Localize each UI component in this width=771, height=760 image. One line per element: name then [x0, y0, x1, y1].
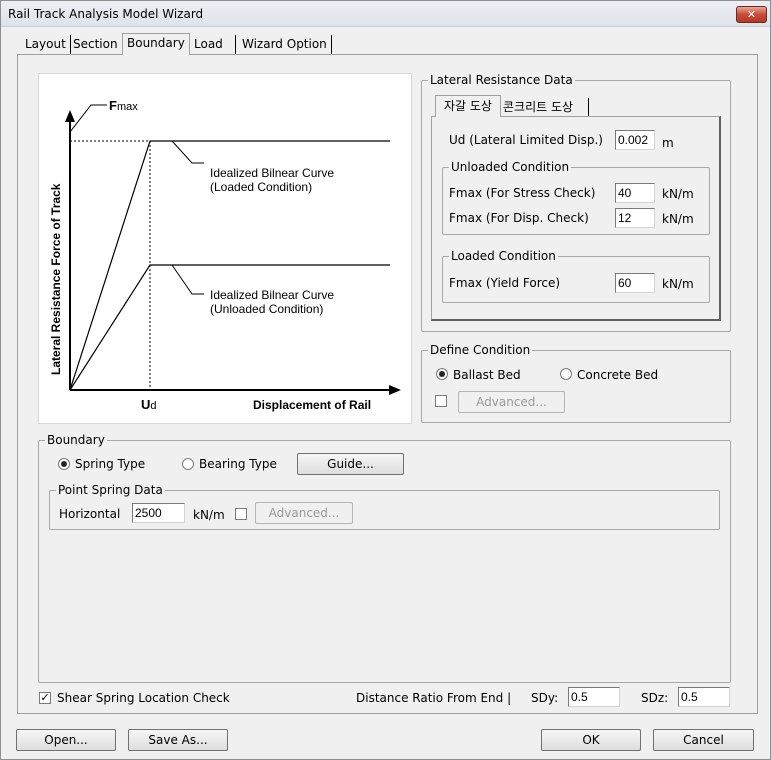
unloaded-curve-label-2: (Unloaded Condition): [210, 302, 323, 316]
define-condition-legend: Define Condition: [428, 343, 533, 357]
x-axis-label: Displacement of Rail: [253, 398, 371, 412]
cancel-button[interactable]: Cancel: [653, 729, 754, 751]
ud-unit: m: [662, 136, 674, 150]
point-spring-advanced-checkbox[interactable]: [235, 508, 247, 520]
tab-load-label: Load: [194, 37, 223, 51]
title-bar: Rail Track Analysis Model Wizard ✕: [1, 1, 770, 27]
loaded-condition-legend: Loaded Condition: [449, 249, 558, 263]
spring-type-label: Spring Type: [75, 457, 146, 471]
fmax-stress-label: Fmax (For Stress Check): [449, 186, 596, 200]
fmax-stress-input[interactable]: 40: [615, 183, 655, 203]
ud-field-label: Ud (Lateral Limited Disp.): [449, 133, 603, 147]
distance-ratio-label: Distance Ratio From End |: [356, 691, 512, 705]
concrete-bed-label: Concrete Bed: [577, 368, 659, 382]
fmax-yield-unit: kN/m: [662, 277, 694, 291]
ok-button[interactable]: OK: [541, 729, 641, 751]
unloaded-leader: [171, 264, 204, 295]
concrete-bed-radio[interactable]: [560, 368, 572, 380]
define-advanced-button[interactable]: Advanced...: [458, 391, 565, 413]
ud-label: Ud: [141, 397, 157, 412]
tab-section[interactable]: Section: [69, 35, 123, 55]
point-spring-legend: Point Spring Data: [56, 483, 165, 497]
fmax-disp-input[interactable]: 12: [615, 208, 655, 228]
horizontal-label: Horizontal: [59, 507, 121, 521]
tab-layout[interactable]: Layout: [21, 35, 71, 55]
loaded-curve-label-2: (Loaded Condition): [210, 180, 312, 194]
open-button[interactable]: Open...: [16, 729, 116, 751]
inner-tab-concrete-label: 콘크리트 도상: [503, 100, 574, 114]
tab-boundary-label: Boundary: [127, 36, 185, 50]
window-title: Rail Track Analysis Model Wizard: [8, 7, 204, 21]
save-as-button[interactable]: Save As...: [128, 729, 228, 751]
sdy-input[interactable]: 0.5: [568, 687, 620, 707]
fmax-disp-unit: kN/m: [662, 212, 694, 226]
point-spring-advanced-button[interactable]: Advanced...: [255, 502, 353, 524]
spring-type-radio[interactable]: [58, 458, 70, 470]
close-icon: ✕: [746, 8, 757, 21]
horizontal-input[interactable]: 2500: [132, 503, 185, 523]
tab-wizard-option-label: Wizard Option: [242, 37, 327, 51]
unloaded-curve: [69, 264, 390, 391]
tab-boundary[interactable]: Boundary: [122, 33, 190, 55]
fmax-leader: [69, 104, 107, 133]
loaded-leader: [171, 140, 204, 164]
boundary-group: Boundary: [38, 433, 731, 683]
diagram-svg: Fmax Ud Displacement of Rail Lateral Res…: [49, 98, 401, 412]
define-advanced-checkbox[interactable]: [435, 395, 447, 407]
y-axis-arrow: [65, 110, 75, 122]
guide-button[interactable]: Guide...: [297, 453, 404, 475]
shear-spring-checkbox[interactable]: ✓: [39, 692, 51, 704]
lateral-resistance-legend: Lateral Resistance Data: [428, 73, 575, 87]
x-axis-arrow: [389, 385, 401, 395]
unloaded-condition-legend: Unloaded Condition: [449, 160, 572, 174]
fmax-yield-label: Fmax (Yield Force): [449, 276, 561, 290]
loaded-curve-label-1: Idealized Bilnear Curve: [210, 166, 334, 180]
ballast-bed-label: Ballast Bed: [453, 368, 521, 382]
sdz-label: SDz:: [641, 691, 669, 705]
fmax-stress-unit: kN/m: [662, 187, 694, 201]
tab-load[interactable]: Load: [190, 35, 236, 55]
y-axis-label: Lateral Resistance Force of Track: [49, 183, 63, 375]
tab-wizard-option[interactable]: Wizard Option: [238, 35, 332, 55]
inner-tab-ballast[interactable]: 자갈 도상: [435, 95, 501, 117]
ud-input[interactable]: 0.002: [615, 130, 655, 150]
bearing-type-label: Bearing Type: [199, 457, 277, 471]
close-button[interactable]: ✕: [736, 6, 767, 23]
tab-section-label: Section: [73, 37, 118, 51]
unloaded-curve-label-1: Idealized Bilnear Curve: [210, 288, 334, 302]
wizard-window: Rail Track Analysis Model Wizard ✕ Layou…: [0, 0, 771, 760]
ballast-bed-radio[interactable]: [436, 368, 448, 380]
tab-layout-label: Layout: [25, 37, 66, 51]
bearing-type-radio[interactable]: [182, 458, 194, 470]
inner-tab-ballast-label: 자갈 도상: [444, 99, 492, 113]
inner-tab-concrete[interactable]: 콘크리트 도상: [503, 98, 589, 116]
horizontal-unit: kN/m: [193, 508, 225, 522]
fmax-label: Fmax: [109, 98, 138, 113]
sdz-input[interactable]: 0.5: [678, 687, 730, 707]
lateral-resistance-diagram: Fmax Ud Displacement of Rail Lateral Res…: [38, 73, 412, 424]
sdy-label: SDy:: [531, 691, 559, 705]
boundary-legend: Boundary: [45, 433, 107, 447]
shear-spring-label: Shear Spring Location Check: [57, 691, 230, 705]
fmax-yield-input[interactable]: 60: [615, 273, 655, 293]
fmax-disp-label: Fmax (For Disp. Check): [449, 211, 589, 225]
